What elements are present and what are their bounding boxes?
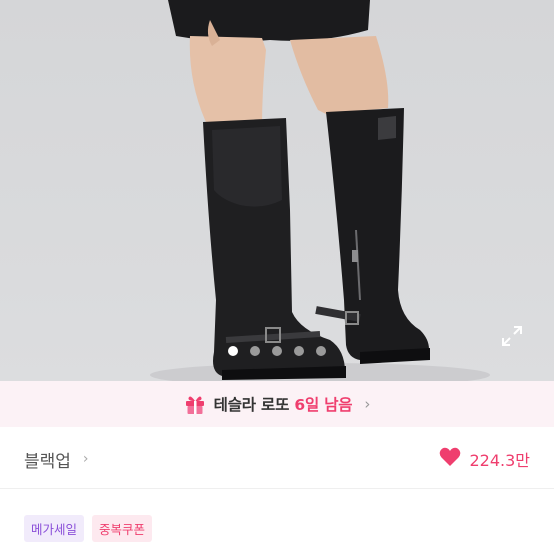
carousel-dot[interactable] [272, 346, 282, 356]
product-image[interactable] [0, 0, 554, 381]
promo-days-left: 6일 남음 [294, 396, 353, 414]
store-row: 블랙업 › 224.3만 [0, 437, 554, 481]
coupon-badge: 중복쿠폰 [92, 515, 153, 542]
promo-text: 테슬라 로또 6일 남음 [214, 393, 353, 415]
heart-icon [439, 447, 461, 471]
carousel-indicator [0, 344, 554, 358]
gift-icon [184, 393, 206, 415]
mega-sale-badge: 메가세일 [24, 515, 85, 542]
carousel-dot[interactable] [250, 346, 260, 356]
carousel-dot[interactable] [294, 346, 304, 356]
chevron-right-icon[interactable]: › [83, 451, 89, 467]
product-photo-illustration [150, 0, 490, 381]
divider [0, 488, 554, 489]
carousel-dot[interactable] [228, 346, 238, 356]
chevron-right-icon: › [364, 395, 371, 413]
like-count: 224.3만 [469, 451, 530, 470]
carousel-dot[interactable] [316, 346, 326, 356]
promo-banner[interactable]: 테슬라 로또 6일 남음 › [0, 381, 554, 427]
promo-title: 테슬라 로또 [213, 396, 290, 414]
like-button[interactable]: 224.3만 [439, 447, 530, 471]
store-name-link[interactable]: 블랙업 [24, 447, 71, 472]
tag-list: 메가세일 중복쿠폰 [24, 515, 153, 542]
